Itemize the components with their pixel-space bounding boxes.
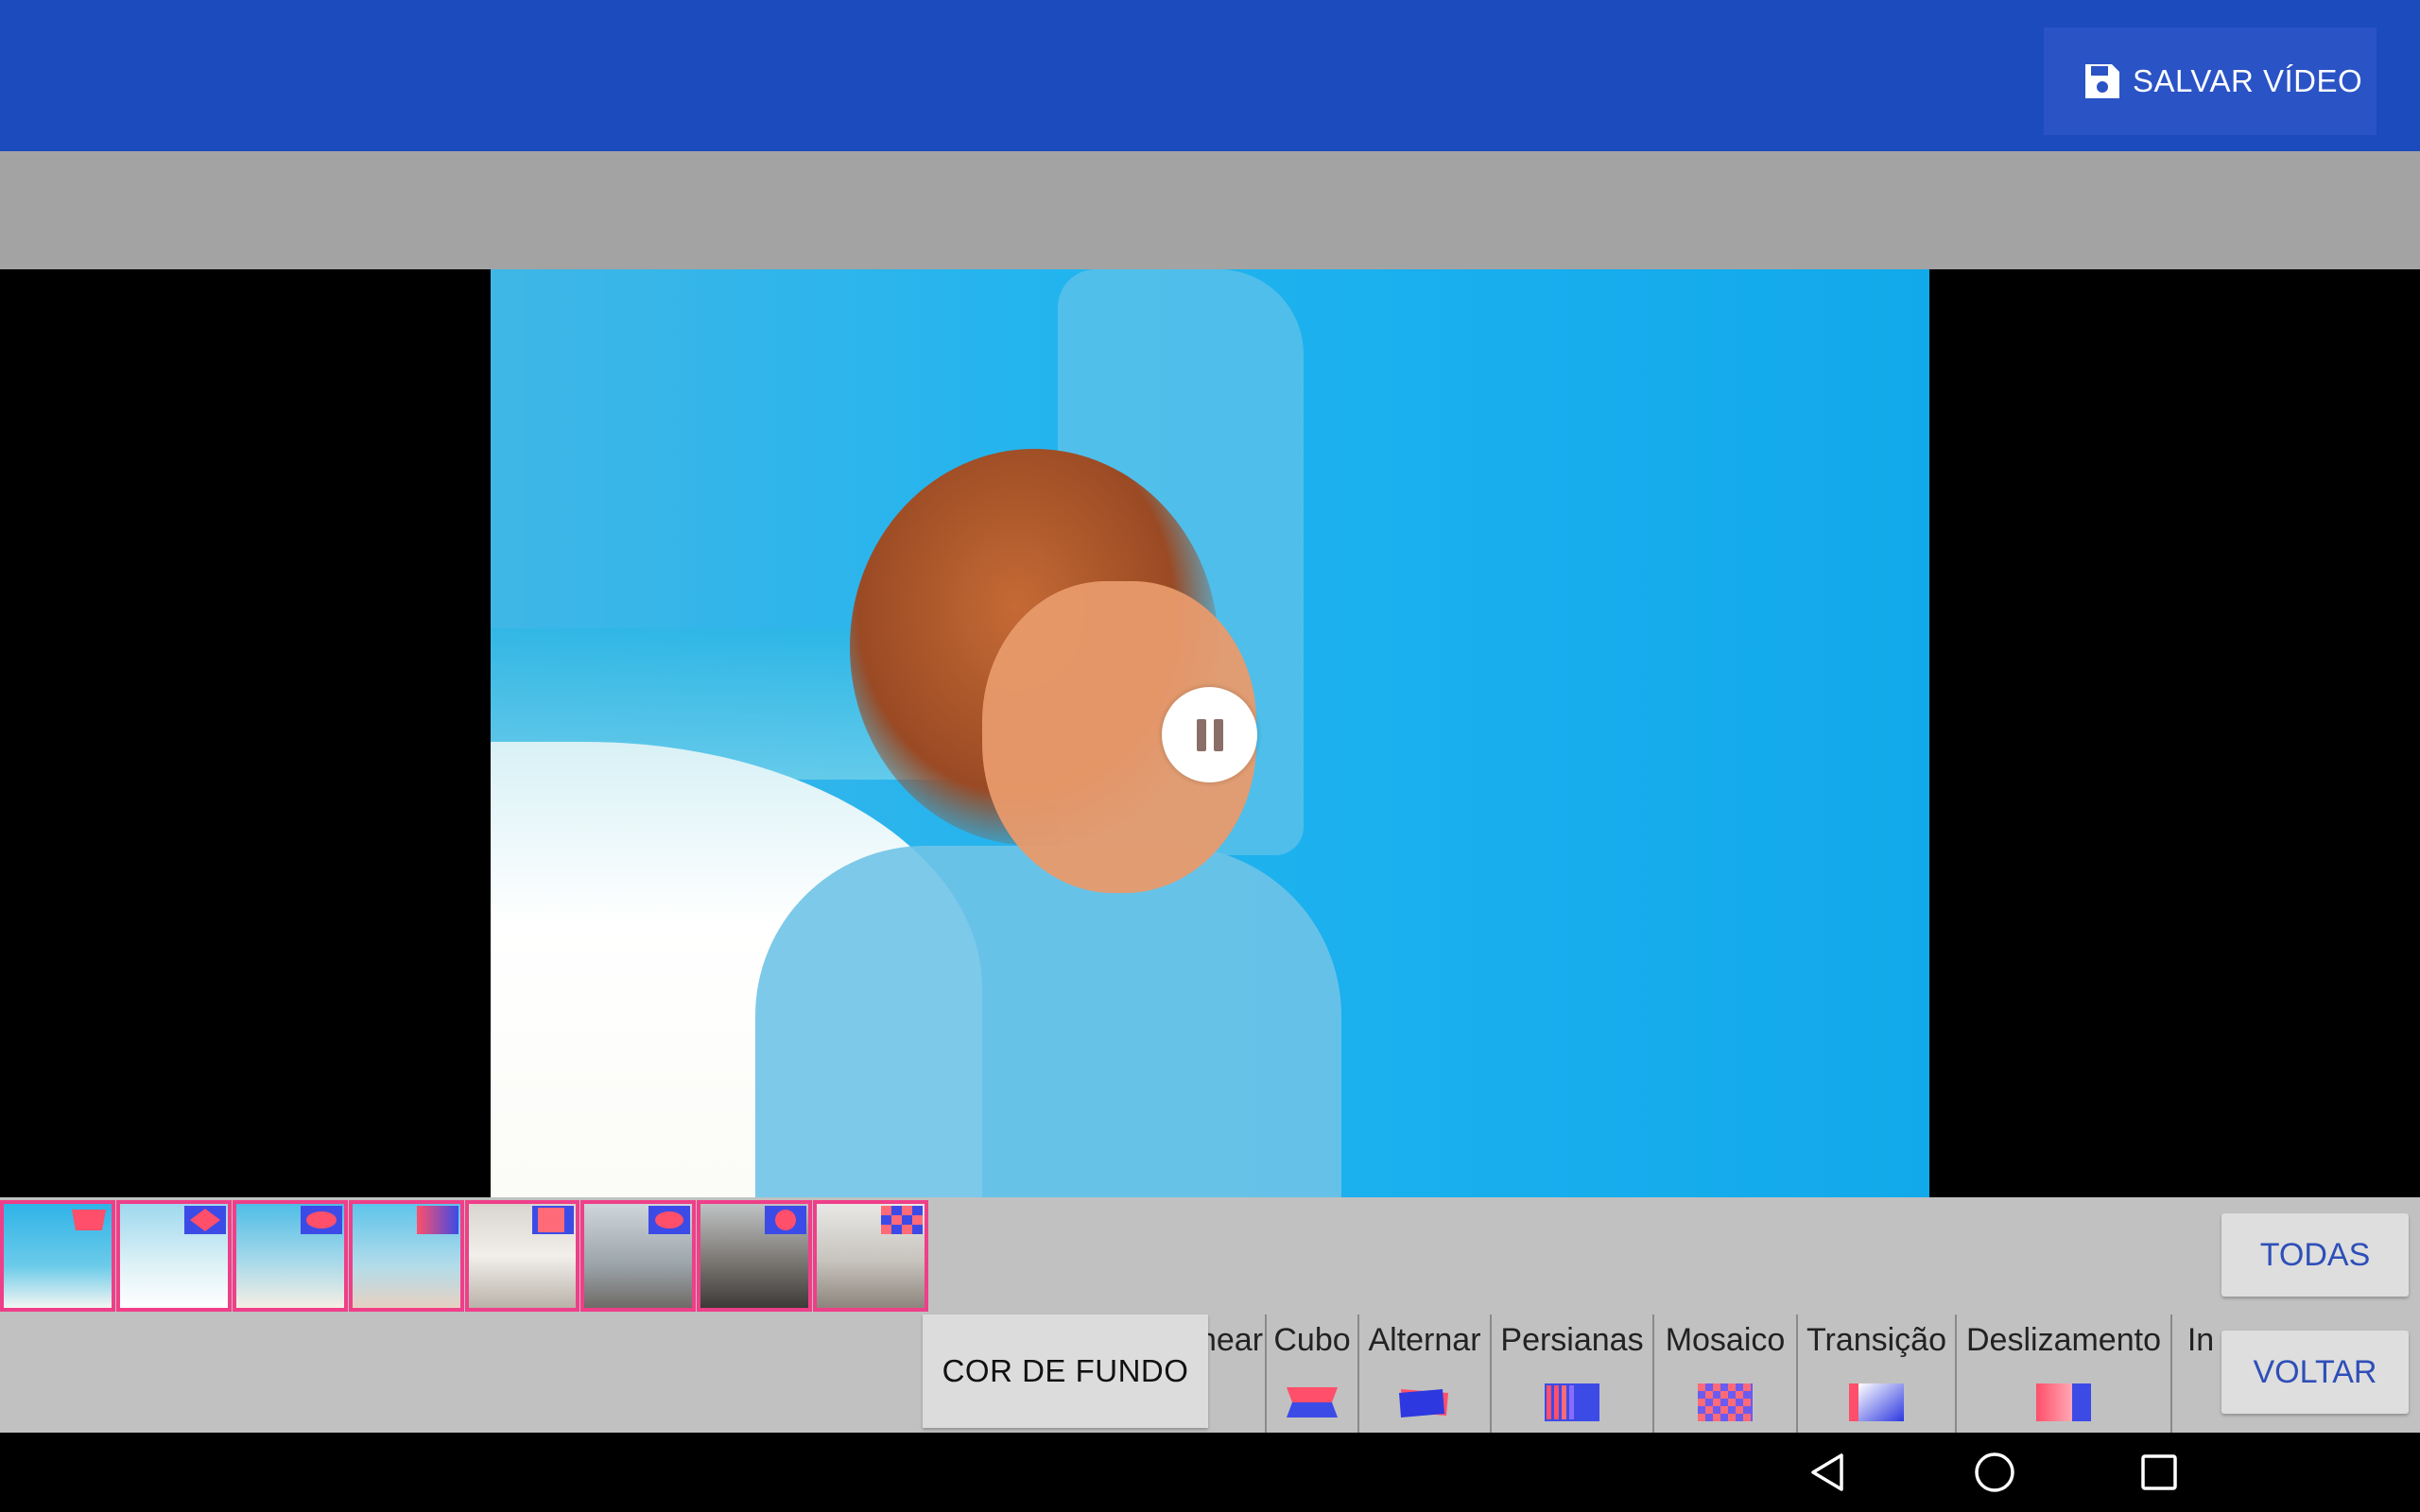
diamond-effect-icon — [183, 1206, 226, 1234]
toolbar-band — [0, 151, 2420, 269]
slide-thumbnail[interactable] — [115, 1200, 232, 1312]
effect-item-deslizamento[interactable]: Deslizamento — [1957, 1314, 2172, 1433]
video-stage — [0, 269, 2420, 1197]
mosaic-effect-icon — [1698, 1383, 1753, 1421]
checker-effect-icon — [881, 1206, 923, 1234]
slide-thumbnail[interactable] — [813, 1200, 928, 1312]
slide-thumbnail[interactable] — [0, 1200, 115, 1312]
effect-label: Cubo — [1273, 1322, 1351, 1358]
effect-label: Persianas — [1500, 1322, 1644, 1358]
effect-item[interactable]: In — [2172, 1314, 2212, 1433]
background-color-button[interactable]: COR DE FUNDO — [923, 1314, 1208, 1428]
slide-thumbnail[interactable] — [348, 1200, 464, 1312]
effect-label: In — [2187, 1322, 2212, 1358]
floppy-disk-icon — [2085, 64, 2119, 98]
back-button[interactable]: VOLTAR — [2221, 1331, 2409, 1414]
effect-label: near — [1208, 1322, 1264, 1358]
effect-label: Deslizamento — [1966, 1322, 2161, 1358]
square-effect-icon — [532, 1206, 575, 1234]
blinds-effect-icon — [1545, 1383, 1599, 1421]
pause-icon — [1196, 718, 1206, 751]
effect-item[interactable]: near — [1208, 1314, 1267, 1433]
slide-thumbnail[interactable] — [580, 1200, 697, 1312]
transition-effect-icon — [1849, 1383, 1904, 1421]
home-circle-icon[interactable] — [1972, 1450, 2017, 1495]
ellipse-effect-icon — [300, 1206, 342, 1234]
slide-strip — [0, 1200, 929, 1312]
gradient-effect-icon — [416, 1206, 458, 1234]
effect-item-mosaico[interactable]: Mosaico — [1654, 1314, 1798, 1433]
effect-item-persianas[interactable]: Persianas — [1492, 1314, 1654, 1433]
ellipse-effect-icon — [648, 1206, 691, 1234]
editor-panel: TODAS VOLTAR COR DE FUNDO near Cubo Alte… — [0, 1197, 2420, 1433]
effect-label: Mosaico — [1665, 1322, 1786, 1358]
save-video-label: SALVAR VÍDEO — [2133, 63, 2363, 98]
recents-square-icon[interactable] — [2136, 1450, 2182, 1495]
slide-effect-icon — [2036, 1383, 2091, 1421]
slide-thumbnail[interactable] — [232, 1200, 348, 1312]
effect-item-transicao[interactable]: Transição — [1798, 1314, 1957, 1433]
cube-effect-icon — [1287, 1387, 1338, 1418]
apply-all-button[interactable]: TODAS — [2221, 1213, 2409, 1297]
effect-item-alternar[interactable]: Alternar — [1359, 1314, 1492, 1433]
effect-item-cubo[interactable]: Cubo — [1267, 1314, 1359, 1433]
pause-button[interactable] — [1162, 687, 1257, 782]
app-bar: SALVAR VÍDEO — [0, 0, 2420, 151]
video-subject-body — [755, 846, 1341, 1197]
circle-effect-icon — [765, 1206, 807, 1234]
flip-effect-icon — [71, 1210, 106, 1230]
system-navigation-bar — [0, 1433, 2420, 1512]
alternate-effect-icon — [1399, 1389, 1448, 1418]
transition-effects-list[interactable]: near Cubo Alternar Persianas Mosaico — [1208, 1314, 2212, 1433]
effect-label: Transição — [1806, 1322, 1947, 1358]
effect-label: Alternar — [1368, 1322, 1481, 1358]
slide-thumbnail[interactable] — [697, 1200, 813, 1312]
save-video-button[interactable]: SALVAR VÍDEO — [2044, 27, 2377, 135]
slide-thumbnail[interactable] — [464, 1200, 580, 1312]
back-triangle-icon[interactable] — [1806, 1450, 1851, 1495]
